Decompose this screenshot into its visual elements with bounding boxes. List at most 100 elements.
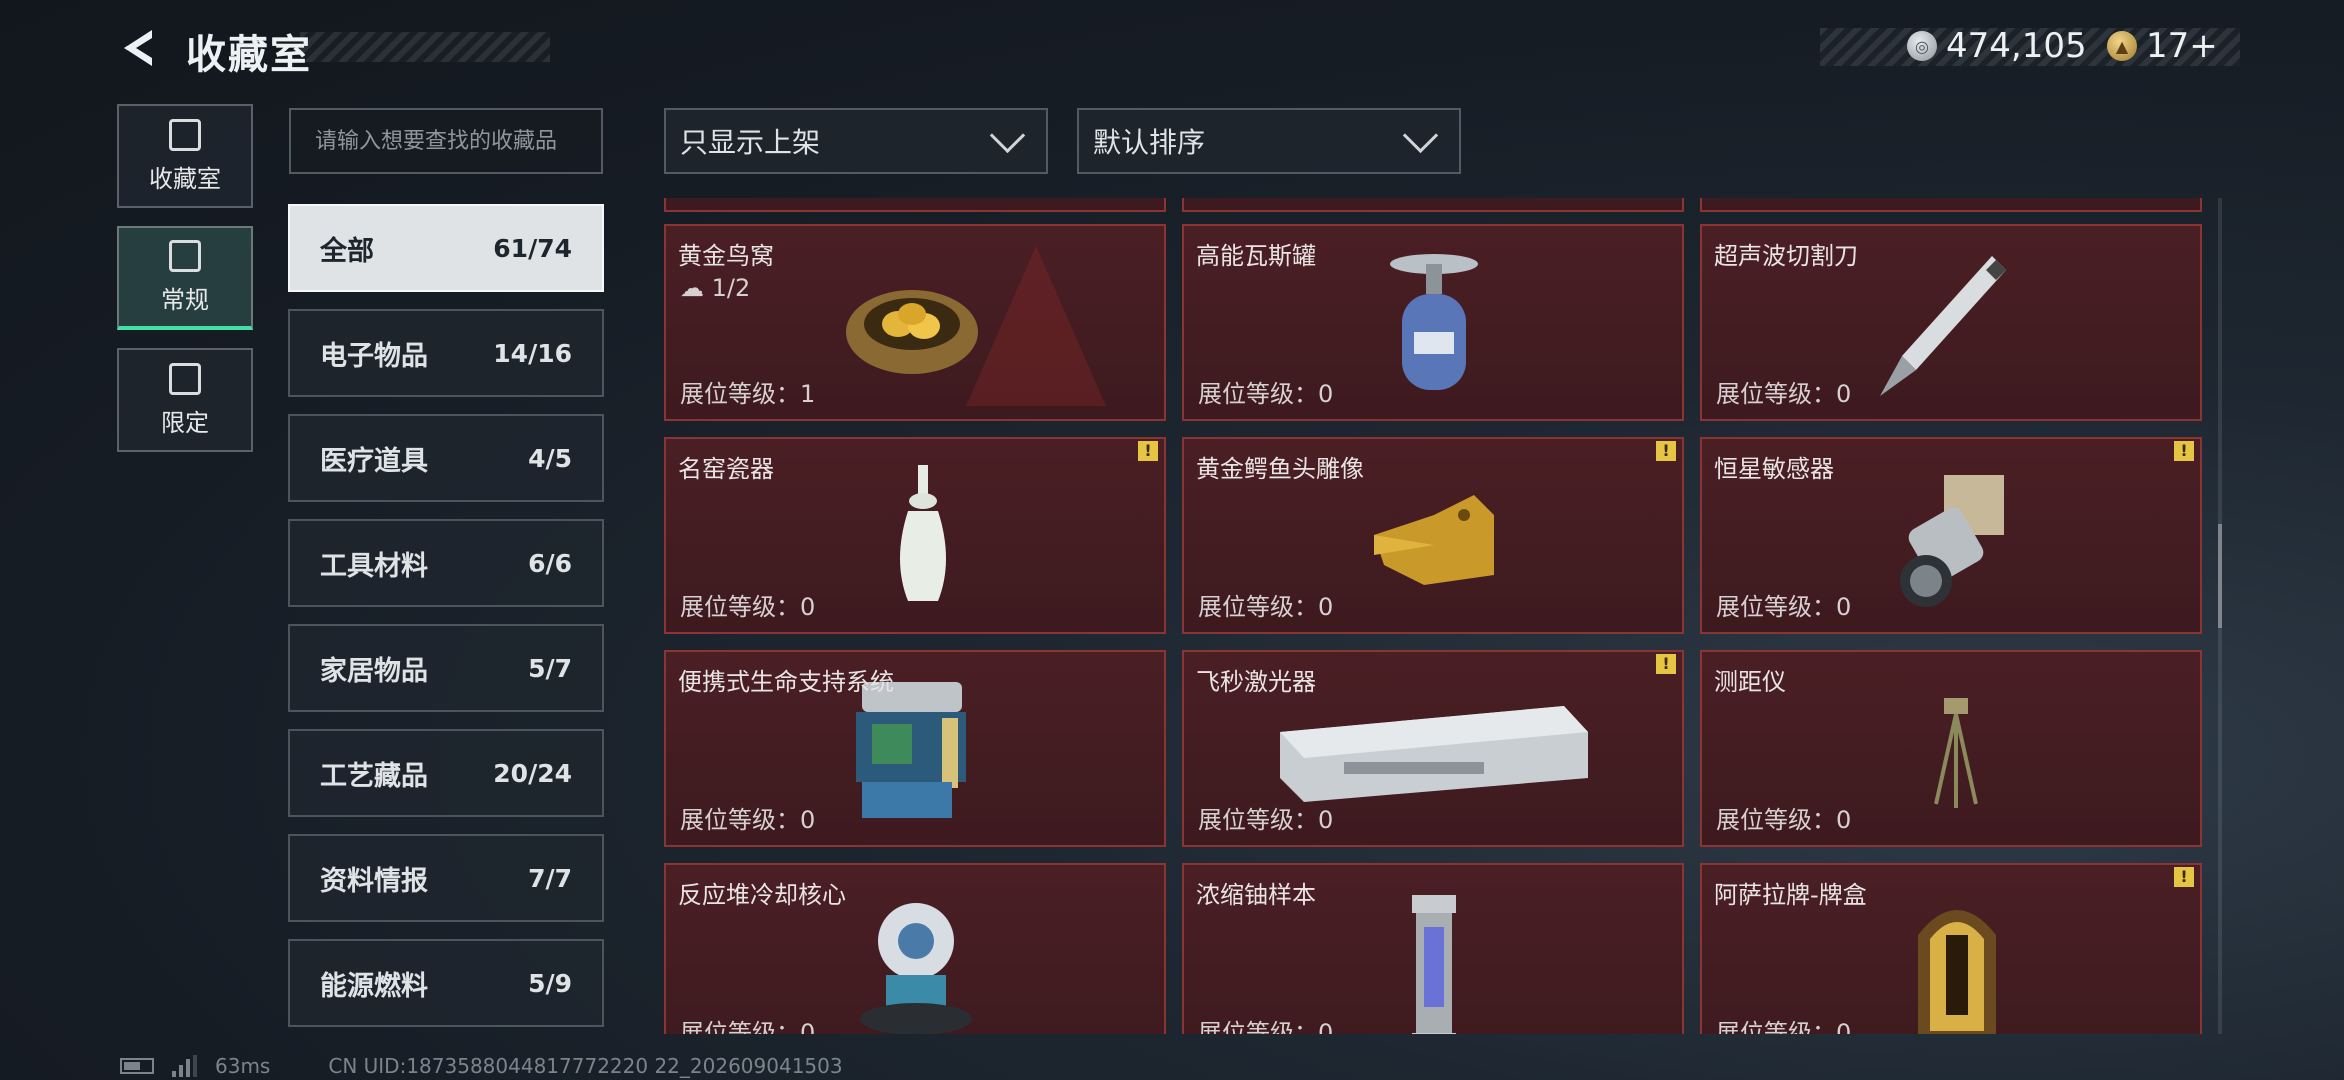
item-card-gas-canister[interactable]: 高能瓦斯罐 展位等级：0: [1182, 224, 1684, 421]
category-electronics[interactable]: 电子物品 14/16: [288, 309, 604, 397]
item-name: 名窑瓷器: [678, 455, 774, 483]
item-name: 阿萨拉牌-牌盒: [1714, 881, 1867, 909]
item-name: 超声波切割刀: [1714, 242, 1858, 270]
category-count: 6/6: [528, 548, 572, 578]
category-count: 14/16: [493, 338, 572, 368]
back-arrow-icon: [124, 30, 152, 66]
partial-card: [664, 198, 1166, 212]
partial-card: [1182, 198, 1684, 212]
warning-icon: !: [1656, 654, 1676, 674]
display-filter-value: 只显示上架: [680, 126, 821, 159]
warning-icon: !: [1138, 441, 1158, 461]
side-tab-label: 常规: [161, 285, 209, 314]
item-level: 展位等级：1: [680, 380, 816, 408]
category-count: 4/5: [528, 443, 572, 473]
limited-icon: [169, 362, 201, 395]
side-tab-regular[interactable]: 常规: [117, 226, 253, 330]
item-card-gold-crocodile[interactable]: ! 黄金鳄鱼头雕像 展位等级：0: [1182, 437, 1684, 634]
item-card-porcelain[interactable]: ! 名窑瓷器 展位等级：0: [664, 437, 1166, 634]
status-footer: 63ms CN UID:1873588044817772220 22_20260…: [120, 1054, 843, 1078]
gold-coin-icon: ▲: [2107, 31, 2137, 61]
category-count: 5/9: [528, 968, 572, 998]
card-box-icon: [1918, 910, 1996, 1034]
category-medical[interactable]: 医疗道具 4/5: [288, 414, 604, 502]
item-level: 展位等级：0: [1716, 1019, 1852, 1034]
chevron-down-icon: [989, 117, 1026, 153]
porcelain-vase-icon: [900, 465, 946, 601]
golden-nest-icon: [846, 290, 978, 374]
item-card-femto-laser[interactable]: ! 飞秒激光器 展位等级：0: [1182, 650, 1684, 847]
grid-scroll-thumb[interactable]: [2218, 524, 2222, 628]
item-level: 展位等级：0: [680, 593, 816, 621]
category-name: 全部: [320, 235, 374, 267]
page-title: 收藏室: [186, 32, 312, 78]
category-name: 家居物品: [320, 655, 428, 687]
warning-icon: !: [1656, 441, 1676, 461]
star-sensor-icon: [1900, 475, 2004, 607]
item-name: 反应堆冷却核心: [678, 881, 846, 909]
title-decoration: [300, 32, 550, 62]
side-tab-limited[interactable]: 限定: [117, 348, 253, 452]
currency-primary: 474,105: [1946, 26, 2087, 66]
item-card-uranium-sample[interactable]: 浓缩铀样本 展位等级：0: [1182, 863, 1684, 1034]
warning-icon: !: [2174, 441, 2194, 461]
item-name: 黄金鳄鱼头雕像: [1196, 455, 1364, 483]
femto-laser-icon: [1280, 706, 1588, 802]
currency-secondary[interactable]: 17+: [2146, 26, 2218, 66]
category-count: 61/74: [493, 233, 572, 263]
item-name: 黄金鸟窝: [678, 242, 774, 270]
display-filter-dropdown[interactable]: 只显示上架: [664, 108, 1048, 174]
vault-icon: [169, 118, 201, 151]
item-name: 浓缩铀样本: [1196, 881, 1316, 909]
search-input[interactable]: [289, 108, 603, 174]
gas-canister-icon: [1390, 254, 1478, 390]
item-card-ultrasonic-knife[interactable]: 超声波切割刀 展位等级：0: [1700, 224, 2202, 421]
ultrasonic-knife-icon: [1880, 256, 2006, 396]
silver-coin-icon: ◎: [1907, 31, 1937, 61]
ping-value: 63ms: [215, 1054, 271, 1078]
item-card-life-support[interactable]: 便携式生命支持系统 展位等级：0: [664, 650, 1166, 847]
gold-crocodile-icon: [1374, 495, 1494, 585]
uranium-sample-icon: [1412, 895, 1456, 1034]
category-all[interactable]: 全部 61/74: [288, 204, 604, 292]
warning-icon: !: [2174, 867, 2194, 887]
item-level: 展位等级：0: [1198, 806, 1334, 834]
category-count: 5/7: [528, 653, 572, 683]
side-tab-label: 限定: [161, 408, 209, 437]
copies-icon: ☁: [680, 274, 704, 302]
item-name: 高能瓦斯罐: [1196, 242, 1316, 270]
item-level: 展位等级：0: [1716, 380, 1852, 408]
chevron-down-icon: [1402, 117, 1439, 153]
back-button[interactable]: [118, 26, 162, 70]
category-name: 医疗道具: [320, 445, 428, 477]
category-name: 电子物品: [320, 340, 428, 372]
battery-icon: [120, 1058, 154, 1074]
item-name: 便携式生命支持系统: [678, 668, 894, 696]
uid-text: CN UID:1873588044817772220 22_2026090415…: [328, 1054, 843, 1078]
category-tools[interactable]: 工具材料 6/6: [288, 519, 604, 607]
sort-dropdown[interactable]: 默认排序: [1077, 108, 1461, 174]
item-level: 展位等级：0: [1716, 806, 1852, 834]
side-tab-vault[interactable]: 收藏室: [117, 104, 253, 208]
item-level: 展位等级：0: [1198, 380, 1334, 408]
item-level: 展位等级：0: [1198, 593, 1334, 621]
item-card-star-sensor[interactable]: ! 恒星敏感器 展位等级：0: [1700, 437, 2202, 634]
category-intel[interactable]: 资料情报 7/7: [288, 834, 604, 922]
copies-count: 1/2: [711, 274, 751, 302]
collection-grid[interactable]: 黄金鸟窝 ☁ 1/2 展位等级：1 高能瓦斯罐 展位等级：0 超声波切割刀 展位…: [664, 198, 2204, 1034]
category-name: 能源燃料: [320, 970, 428, 1002]
sort-value: 默认排序: [1093, 126, 1206, 159]
item-name: 恒星敏感器: [1714, 455, 1834, 483]
partial-card: [1700, 198, 2202, 212]
item-card-golden-nest[interactable]: 黄金鸟窝 ☁ 1/2 展位等级：1: [664, 224, 1166, 421]
category-name: 工具材料: [320, 550, 428, 582]
category-crafts[interactable]: 工艺藏品 20/24: [288, 729, 604, 817]
item-card-card-box[interactable]: ! 阿萨拉牌-牌盒 展位等级：0: [1700, 863, 2202, 1034]
gallery-icon: [169, 239, 201, 272]
category-fuel[interactable]: 能源燃料 5/9: [288, 939, 604, 1027]
category-household[interactable]: 家居物品 5/7: [288, 624, 604, 712]
item-card-reactor-core[interactable]: 反应堆冷却核心 展位等级：0: [664, 863, 1166, 1034]
item-card-rangefinder[interactable]: 测距仪 展位等级：0: [1700, 650, 2202, 847]
item-copies: ☁ 1/2: [680, 274, 750, 302]
item-level: 展位等级：0: [680, 1019, 816, 1034]
